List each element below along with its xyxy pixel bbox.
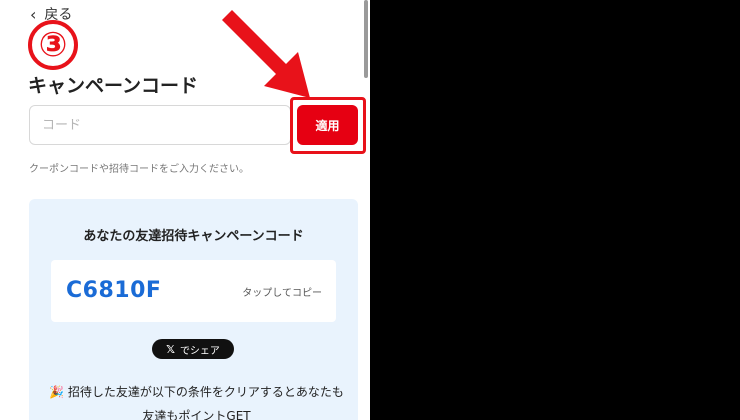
input-hint: クーポンコードや招待コードをご入力ください。: [29, 164, 249, 175]
invite-code-value: C6810F: [66, 278, 162, 303]
pointer-arrow-icon: [222, 10, 310, 98]
x-logo-icon: 𝕏: [166, 342, 175, 356]
scrollbar[interactable]: [364, 0, 368, 78]
page-title: キャンペーンコード: [28, 75, 199, 97]
conditions-text: 招待した友達が以下の条件をクリアするとあなたも友達もポイントGET: [67, 385, 344, 420]
share-on-x-button[interactable]: 𝕏 でシェア: [152, 339, 234, 359]
invite-code-box[interactable]: C6810F タップしてコピー: [51, 260, 336, 322]
share-label: でシェア: [179, 345, 220, 357]
invite-code-card: あなたの友達招待キャンペーンコード C6810F タップしてコピー 𝕏 でシェア…: [29, 199, 358, 420]
copy-label: タップしてコピー: [242, 288, 322, 299]
chevron-left-icon: ‹: [30, 4, 37, 24]
app-screen: ‹ 戻る ③ キャンペーンコード 適用 クーポンコードや招待コードをご入力くださ…: [0, 0, 370, 420]
party-popper-icon: 🎉: [49, 385, 65, 399]
step-number-badge: ③: [28, 20, 78, 70]
apply-button[interactable]: 適用: [297, 105, 358, 145]
invite-conditions: 🎉 招待した友達が以下の条件をクリアするとあなたも友達もポイントGET: [49, 380, 344, 420]
campaign-code-input[interactable]: [29, 105, 291, 145]
invite-heading: あなたの友達招待キャンペーンコード: [83, 229, 304, 244]
